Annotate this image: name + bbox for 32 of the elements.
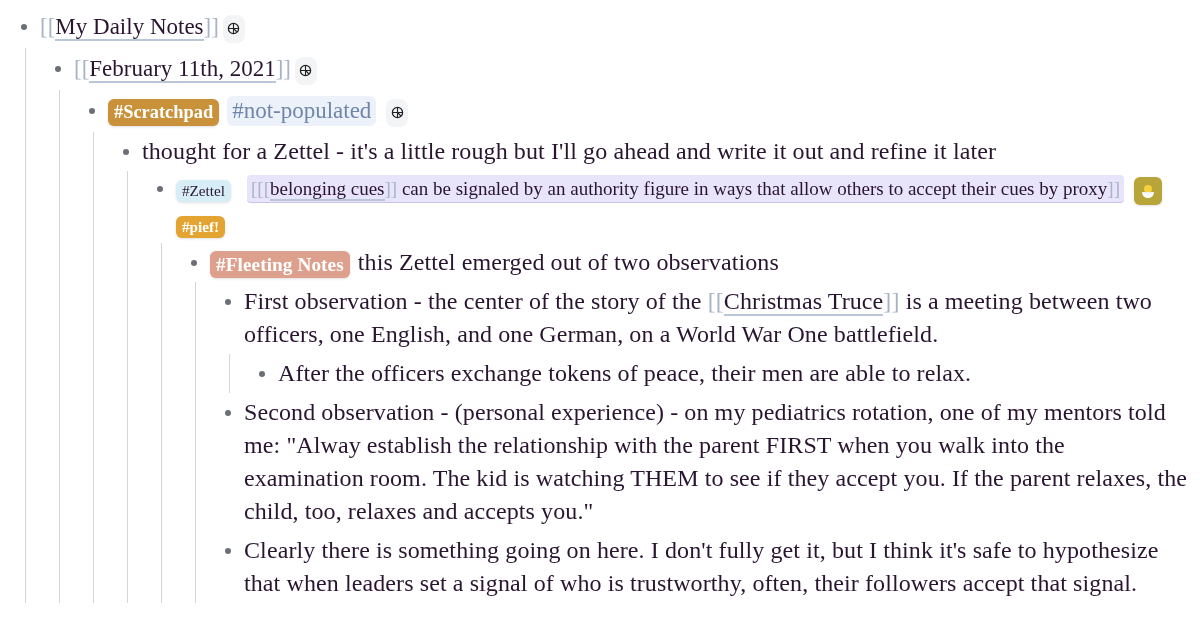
tag[interactable]: #Zettel [176,179,231,202]
graph-button[interactable] [295,56,317,85]
page-link[interactable]: February 11th, 2021 [89,56,276,83]
link-bracket: [[ [74,56,90,81]
bullet[interactable] [21,24,27,30]
bullet[interactable] [225,298,231,305]
circle-cross-icon [390,106,404,120]
block-text: Second observation - (personal experience) - on my pediatrics rotation, one of my mentors told me: "Alway establish the relationship with the parent FIRST when you walk into the examination room. The kid is watching THEM to see if they accept you. If the parent relaxes, the child, too, relaxes and accepts you." [244,399,1188,524]
block-text: After the officers exchange tokens of peace, their men are able to relax. [278,360,972,386]
bullet[interactable] [191,259,197,266]
link-bracket: ]] [275,56,291,81]
block-reference[interactable]: [[[belonging cues]] can be signaled by an authority figure in ways that allow others to accept their cues by proxy]] [247,175,1124,203]
page-link[interactable]: Christmas Truce [723,288,884,316]
bullet[interactable] [123,148,129,155]
circle-cross-icon [299,64,313,78]
block-text: First observation - the center of the story of the [[Christmas Truce]] is a meeting between two officers, one English, and one German, on a World War One battlefield. [244,288,1152,347]
circle-cross-icon [227,22,241,36]
link-bracket: ]] [203,14,219,39]
graph-button[interactable] [386,98,409,127]
link-bracket: [[ [40,14,56,39]
bullet[interactable] [225,547,231,554]
bullet[interactable] [225,409,231,416]
block-text: Clearly there is something going on here. I don't fully get it, but I think it's safe to hypothesize that when leaders set a signal of who is trustworthy, often, their followers accept that signal. [244,537,1159,596]
page-link[interactable]: belonging cues [270,178,385,201]
bullet[interactable] [157,186,163,192]
block-text: this Zettel emerged out of two observations [357,249,779,275]
page-link[interactable]: My Daily Notes [55,14,204,41]
bullet[interactable] [259,370,265,377]
graph-button[interactable] [222,14,245,43]
bullet[interactable] [55,66,61,72]
bullet[interactable] [89,108,95,114]
block-text: thought for a Zettel - it's a little rough but I'll go ahead and write it out and refine it later [142,138,997,164]
